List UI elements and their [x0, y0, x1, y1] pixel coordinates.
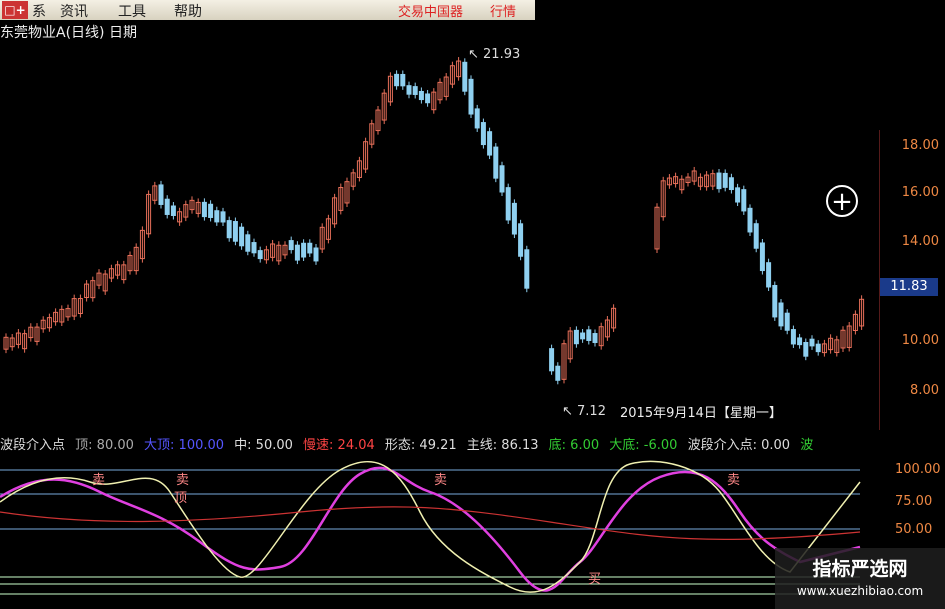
sell-signal: 卖 — [176, 473, 190, 488]
high-annotation: ↖ 21.93 — [468, 47, 521, 62]
ind-tick: 50.00 — [895, 522, 933, 537]
candle-body — [226, 220, 232, 239]
ind-top: 顶: 80.00 — [75, 438, 134, 453]
price-tick: 16.00 — [901, 185, 939, 200]
candle-body — [772, 285, 778, 318]
candle-body — [815, 343, 821, 353]
candle-body — [573, 329, 579, 345]
ind-bottom: 底: 6.00 — [548, 438, 600, 453]
candle-body — [592, 333, 598, 344]
ind-tick: 75.00 — [895, 494, 933, 509]
candle-body — [790, 329, 796, 345]
candlestick-chart[interactable] — [0, 0, 880, 430]
candle-body — [288, 240, 294, 251]
candle-body — [394, 73, 400, 87]
candle-body — [220, 211, 226, 223]
candle-body — [301, 242, 307, 258]
candle-body — [251, 242, 257, 254]
candle-body — [239, 226, 245, 247]
ind-shape: 形态: 49.21 — [384, 438, 457, 453]
ind-name: 波段介入点 — [0, 438, 66, 453]
candle-body — [313, 247, 319, 262]
candle-body — [499, 165, 505, 193]
ind-speed: 慢速: 24.04 — [303, 438, 375, 453]
indicator-header: 波段介入点 顶: 80.00 大顶: 100.00 中: 50.00 慢速: 2… — [0, 434, 945, 453]
low-value: 7.12 — [577, 404, 606, 419]
candle-body — [201, 201, 207, 218]
candle-body — [158, 184, 164, 205]
candle-body — [214, 210, 220, 223]
sell-signal: 卖 — [92, 473, 106, 488]
candle-body — [716, 172, 722, 190]
watermark-url: www.xuezhibiao.com — [796, 584, 924, 598]
candle-body — [307, 242, 313, 254]
ind-main: 主线: 86.13 — [466, 438, 539, 453]
top-signal: 顶 — [174, 491, 188, 506]
candle-body — [170, 205, 176, 216]
watermark: 指标严选网 www.xuezhibiao.com — [775, 548, 945, 609]
low-annotation: ↖ 7.12 — [562, 404, 606, 419]
candle-body — [803, 342, 809, 357]
ind-mid: 中: 50.00 — [234, 438, 293, 453]
candle-body — [493, 146, 499, 179]
candle-body — [294, 244, 300, 261]
candle-body — [511, 202, 517, 235]
ind-big-top: 大顶: 100.00 — [144, 438, 225, 453]
sell-signal: 卖 — [727, 473, 741, 488]
candle-body — [766, 262, 772, 288]
current-price-badge: 11.83 — [880, 278, 938, 296]
candle-body — [406, 85, 412, 95]
buy-signal: 买 — [588, 572, 602, 587]
candle-body — [580, 332, 586, 340]
price-tick: 14.00 — [901, 234, 939, 249]
candle-body — [735, 187, 741, 203]
candle-body — [555, 365, 561, 381]
candle-body — [759, 242, 765, 272]
candle-body — [728, 177, 734, 191]
candle-body — [524, 249, 530, 289]
candle-body — [778, 302, 784, 327]
candle-body — [747, 207, 753, 233]
candle-body — [797, 337, 803, 346]
candle-body — [468, 78, 474, 115]
price-tick: 8.00 — [910, 383, 939, 398]
zoom-in-plus-icon[interactable]: + — [826, 185, 858, 217]
ind-tail: 波 — [800, 438, 814, 453]
candle-body — [480, 122, 486, 146]
candle-body — [722, 172, 728, 188]
candle-body — [741, 189, 747, 212]
candle-body — [753, 223, 759, 249]
indicator-line — [0, 506, 861, 541]
candle-body — [164, 198, 170, 215]
price-tick: 18.00 — [901, 138, 939, 153]
candle-body — [518, 223, 524, 257]
candle-body — [474, 108, 480, 129]
candle-body — [418, 90, 424, 101]
watermark-title: 指标严选网 — [812, 558, 908, 580]
ind-big-bottom: 大底: -6.00 — [609, 438, 678, 453]
candle-body — [425, 93, 431, 104]
candle-body — [245, 234, 251, 252]
high-value: 21.93 — [483, 47, 521, 62]
candle-body — [586, 329, 592, 341]
date-label: 2015年9月14日【星期一】 — [620, 406, 782, 421]
candle-body — [400, 73, 406, 87]
candle-body — [487, 131, 493, 156]
candle-body — [257, 250, 263, 260]
candle-body — [549, 348, 555, 372]
candle-body — [412, 86, 418, 95]
candle-body — [505, 187, 511, 221]
ind-tick: 100.00 — [895, 462, 941, 477]
candle-body — [232, 221, 238, 242]
ind-entry: 波段介入点: 0.00 — [687, 438, 791, 453]
candle-body — [784, 312, 790, 331]
candle-body — [462, 61, 468, 92]
candle-body — [208, 203, 214, 218]
sell-signal: 卖 — [434, 473, 448, 488]
candle-body — [809, 338, 815, 347]
price-tick: 10.00 — [901, 333, 939, 348]
